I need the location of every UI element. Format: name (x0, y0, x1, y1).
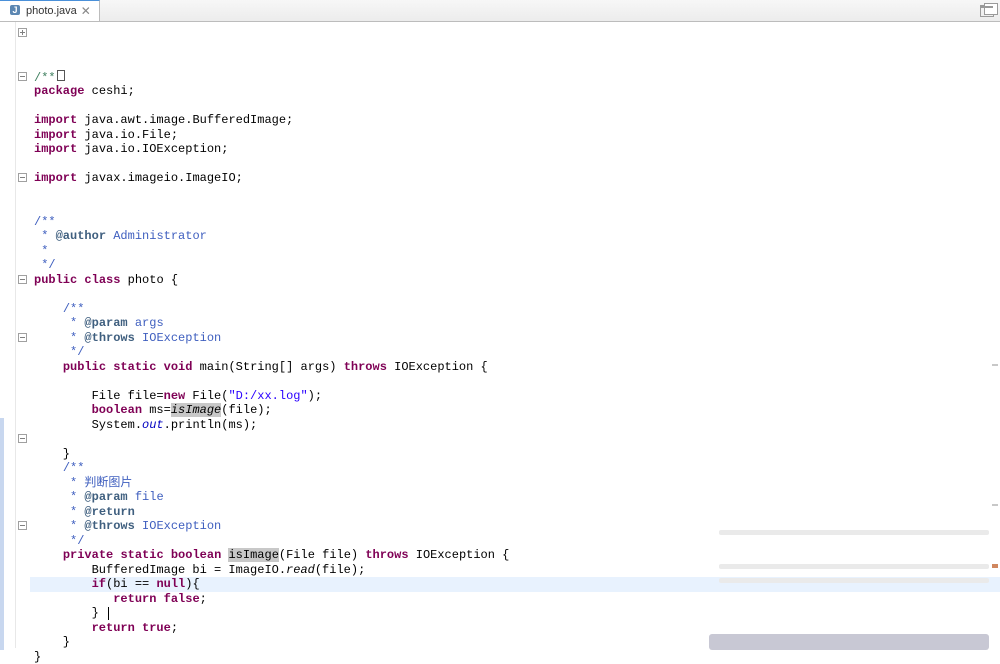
fold-collapse-icon[interactable] (18, 434, 27, 443)
fold-collapse-icon[interactable] (18, 173, 27, 182)
code-line[interactable]: /** (34, 215, 1000, 230)
code-line[interactable] (34, 374, 1000, 389)
fold-expand-icon[interactable] (18, 28, 27, 37)
code-line[interactable]: import javax.imageio.ImageIO; (34, 171, 1000, 186)
text-caret (108, 607, 109, 620)
code-line[interactable]: */ (34, 345, 1000, 360)
code-line[interactable]: File file=new File("D:/xx.log"); (34, 389, 1000, 404)
code-line[interactable]: import java.io.IOException; (34, 142, 1000, 157)
overview-occurrence-mark[interactable] (992, 364, 998, 366)
editor-tab-bar: photo.java ✕ (0, 0, 1000, 22)
code-line[interactable]: * @author Administrator (34, 229, 1000, 244)
scroll-track[interactable] (719, 564, 989, 569)
tab-bar-controls (980, 0, 1000, 21)
overview-caret-mark[interactable] (992, 564, 998, 568)
overview-occurrence-mark[interactable] (992, 504, 998, 506)
code-editor[interactable]: /**package ceshi;import java.awt.image.B… (0, 22, 1000, 648)
editor-tab-active[interactable]: photo.java ✕ (0, 0, 100, 21)
code-line[interactable]: boolean ms=isImage(file); (34, 403, 1000, 418)
code-line[interactable] (34, 157, 1000, 172)
fold-collapse-icon[interactable] (18, 72, 27, 81)
code-line[interactable]: } (34, 650, 1000, 664)
scrollbar-region (719, 422, 989, 642)
change-marker (0, 418, 4, 650)
close-icon[interactable]: ✕ (81, 5, 91, 17)
code-line[interactable]: public static void main(String[] args) t… (34, 360, 1000, 375)
annotation-ruler (0, 22, 16, 648)
code-line[interactable]: import java.io.File; (34, 128, 1000, 143)
fold-collapse-icon[interactable] (18, 521, 27, 530)
code-line[interactable]: public class photo { (34, 273, 1000, 288)
code-line[interactable]: * @param args (34, 316, 1000, 331)
code-line[interactable] (34, 200, 1000, 215)
restore-view-icon[interactable] (980, 5, 994, 17)
code-line[interactable]: * (34, 244, 1000, 259)
code-line[interactable] (34, 99, 1000, 114)
code-line[interactable]: import java.awt.image.BufferedImage; (34, 113, 1000, 128)
fold-collapse-icon[interactable] (18, 275, 27, 284)
fold-collapse-icon[interactable] (18, 333, 27, 342)
folding-ruler[interactable] (16, 22, 30, 648)
code-line[interactable] (34, 287, 1000, 302)
code-line[interactable] (34, 186, 1000, 201)
folded-region-box[interactable] (57, 70, 65, 81)
code-line[interactable]: /** (34, 70, 1000, 85)
code-line[interactable]: */ (34, 258, 1000, 273)
scroll-track[interactable] (719, 578, 989, 583)
tab-filename-label: photo.java (26, 5, 77, 17)
code-line[interactable]: /** (34, 302, 1000, 317)
java-file-icon (8, 4, 22, 18)
code-line[interactable]: * @throws IOException (34, 331, 1000, 346)
scroll-track[interactable] (719, 530, 989, 535)
overview-ruler[interactable] (992, 24, 998, 644)
code-line[interactable]: package ceshi; (34, 84, 1000, 99)
